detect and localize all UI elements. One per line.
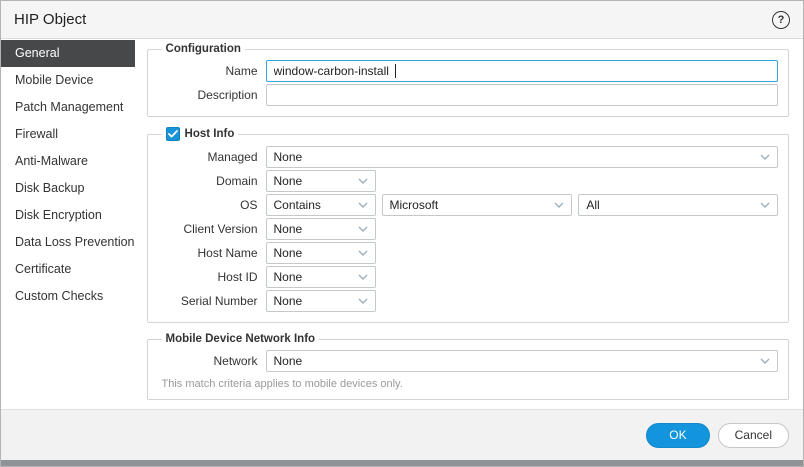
managed-select-value: None [274, 150, 303, 164]
chevron-down-icon [760, 358, 770, 364]
mobile-note: This match criteria applies to mobile de… [162, 378, 778, 390]
serial-number-select-value: None [274, 294, 303, 308]
domain-select[interactable]: None [266, 170, 376, 192]
host-name-label: Host Name [158, 246, 258, 260]
managed-row: Managed None [158, 146, 778, 168]
os-label: OS [158, 198, 258, 212]
os-vendor-select[interactable]: Microsoft [382, 194, 573, 216]
os-row: OS Contains Microsoft [158, 194, 778, 216]
client-version-select-value: None [274, 222, 303, 236]
sidebar-item-general[interactable]: General [1, 40, 135, 67]
chevron-down-icon [358, 298, 368, 304]
sidebar-item-patch-management[interactable]: Patch Management [1, 94, 135, 121]
dialog-title: HIP Object [14, 11, 86, 28]
mobile-network-section: Mobile Device Network Info Network None … [147, 333, 789, 400]
name-input[interactable] [266, 60, 778, 82]
name-label: Name [158, 64, 258, 78]
mobile-network-legend: Mobile Device Network Info [162, 333, 320, 345]
name-input-wrap [266, 60, 778, 82]
host-info-legend-text: Host Info [185, 128, 235, 140]
host-id-row: Host ID None [158, 266, 778, 288]
sidebar: General Mobile Device Patch Management F… [1, 39, 135, 409]
sidebar-item-anti-malware[interactable]: Anti-Malware [1, 148, 135, 175]
mobile-network-legend-text: Mobile Device Network Info [166, 333, 316, 345]
network-select[interactable]: None [266, 350, 778, 372]
configuration-legend: Configuration [162, 43, 245, 55]
cancel-button[interactable]: Cancel [718, 423, 789, 448]
dialog-body: General Mobile Device Patch Management F… [1, 39, 803, 409]
serial-number-row: Serial Number None [158, 290, 778, 312]
dialog-footer: OK Cancel [1, 409, 803, 460]
os-version-select[interactable]: All [578, 194, 778, 216]
chevron-down-icon [358, 226, 368, 232]
network-label: Network [158, 354, 258, 368]
os-match-select-value: Contains [274, 198, 321, 212]
host-name-select-value: None [274, 246, 303, 260]
sidebar-item-data-loss-prevention[interactable]: Data Loss Prevention [1, 229, 135, 256]
dialog-header: HIP Object ? [1, 1, 803, 39]
ok-button[interactable]: OK [646, 423, 709, 448]
domain-row: Domain None [158, 170, 778, 192]
chevron-down-icon [358, 178, 368, 184]
text-caret [395, 64, 396, 78]
host-id-select[interactable]: None [266, 266, 376, 288]
os-version-select-value: All [586, 198, 599, 212]
sidebar-item-disk-backup[interactable]: Disk Backup [1, 175, 135, 202]
window-bottom-edge [1, 460, 803, 466]
os-match-select[interactable]: Contains [266, 194, 376, 216]
managed-label: Managed [158, 150, 258, 164]
client-version-label: Client Version [158, 222, 258, 236]
chevron-down-icon [554, 202, 564, 208]
host-info-section: Host Info Managed None Domain None [147, 127, 789, 323]
client-version-row: Client Version None [158, 218, 778, 240]
chevron-down-icon [760, 154, 770, 160]
domain-select-value: None [274, 174, 303, 188]
client-version-select[interactable]: None [266, 218, 376, 240]
main-content: Configuration Name Description [135, 39, 803, 409]
description-input-wrap [266, 84, 778, 106]
sidebar-item-mobile-device[interactable]: Mobile Device [1, 67, 135, 94]
hip-object-dialog: HIP Object ? General Mobile Device Patch… [0, 0, 804, 467]
configuration-legend-text: Configuration [166, 43, 241, 55]
serial-number-label: Serial Number [158, 294, 258, 308]
check-icon [168, 130, 178, 138]
host-info-checkbox[interactable] [166, 127, 180, 141]
help-icon[interactable]: ? [772, 11, 790, 29]
description-input[interactable] [266, 84, 778, 106]
host-id-select-value: None [274, 270, 303, 284]
serial-number-select[interactable]: None [266, 290, 376, 312]
chevron-down-icon [358, 250, 368, 256]
sidebar-item-certificate[interactable]: Certificate [1, 256, 135, 283]
host-name-select[interactable]: None [266, 242, 376, 264]
sidebar-item-custom-checks[interactable]: Custom Checks [1, 283, 135, 310]
os-vendor-select-value: Microsoft [390, 198, 439, 212]
host-info-legend: Host Info [162, 127, 239, 141]
name-row: Name [158, 60, 778, 82]
sidebar-item-firewall[interactable]: Firewall [1, 121, 135, 148]
configuration-section: Configuration Name Description [147, 43, 789, 117]
chevron-down-icon [358, 274, 368, 280]
host-name-row: Host Name None [158, 242, 778, 264]
network-select-value: None [274, 354, 303, 368]
chevron-down-icon [358, 202, 368, 208]
domain-label: Domain [158, 174, 258, 188]
network-row: Network None [158, 350, 778, 372]
managed-select[interactable]: None [266, 146, 778, 168]
sidebar-item-disk-encryption[interactable]: Disk Encryption [1, 202, 135, 229]
host-id-label: Host ID [158, 270, 258, 284]
description-label: Description [158, 88, 258, 102]
description-row: Description [158, 84, 778, 106]
os-controls: Contains Microsoft All [266, 194, 778, 216]
chevron-down-icon [760, 202, 770, 208]
